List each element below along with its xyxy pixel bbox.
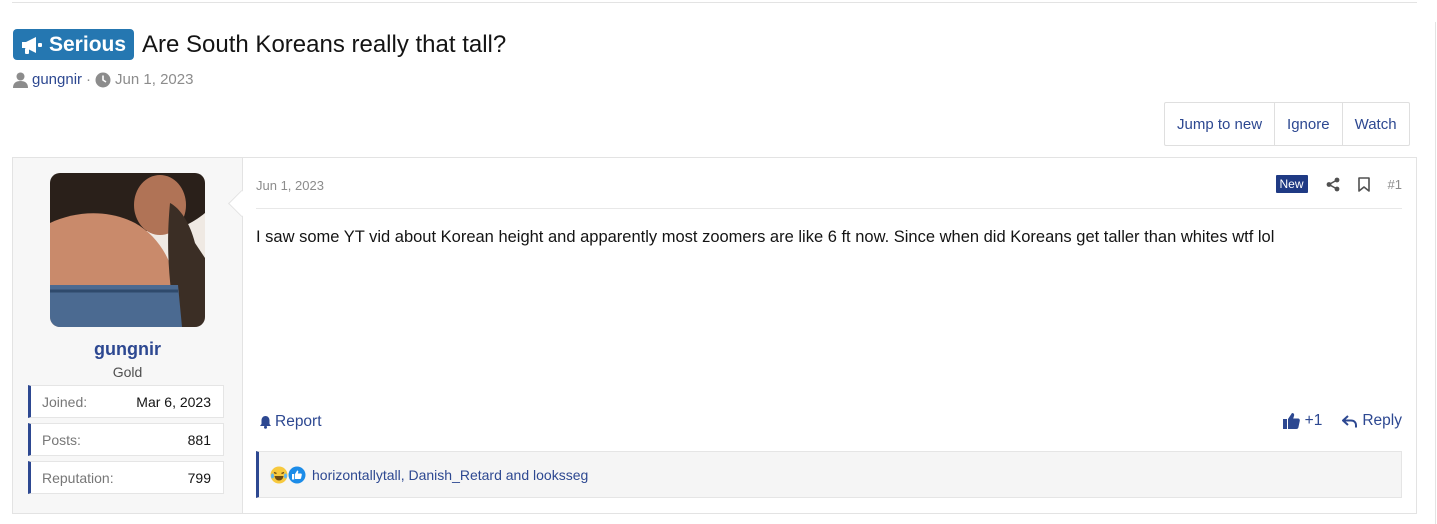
stat-value: 881 xyxy=(187,431,211,448)
post-user-panel: gungnir Gold Joined: Mar 6, 2023 Posts: … xyxy=(13,158,243,513)
watch-button[interactable]: Watch xyxy=(1341,103,1409,145)
like-button[interactable]: +1 xyxy=(1282,412,1323,430)
message-content: Jun 1, 2023 New #1 I saw some YT vid abo… xyxy=(256,158,1402,513)
post-message: gungnir Gold Joined: Mar 6, 2023 Posts: … xyxy=(12,157,1417,514)
reactions-users: horizontallytall, Danish_Retard and look… xyxy=(312,466,589,483)
report-label: Report xyxy=(275,413,322,430)
bookmark-icon[interactable] xyxy=(1357,176,1370,192)
thumbs-up-icon xyxy=(1282,413,1300,429)
report-link[interactable]: Report xyxy=(259,413,322,431)
top-divider xyxy=(12,0,1417,3)
like-label: +1 xyxy=(1304,412,1323,429)
user-stat-posts: Posts: 881 xyxy=(28,423,224,456)
thread-action-buttons: Jump to new Ignore Watch xyxy=(1164,102,1410,146)
reaction-icons xyxy=(270,466,306,484)
ignore-button[interactable]: Ignore xyxy=(1274,103,1342,145)
meta-separator: · xyxy=(86,71,92,88)
stat-label: Joined: xyxy=(42,393,88,410)
post-username[interactable]: gungnir xyxy=(13,339,242,360)
share-icon[interactable] xyxy=(1326,177,1340,192)
reply-arrow-icon xyxy=(1342,414,1358,427)
right-divider xyxy=(1435,22,1436,524)
like-reaction-icon xyxy=(288,466,306,483)
page-title: Are South Koreans really that tall? xyxy=(142,30,507,58)
thread-date-link[interactable]: Jun 1, 2023 xyxy=(115,71,193,88)
stat-label: Reputation: xyxy=(42,469,114,486)
prefix-badge[interactable]: Serious xyxy=(13,29,135,60)
post-date-link[interactable]: Jun 1, 2023 xyxy=(256,178,324,193)
reactions-bar[interactable]: horizontallytall, Danish_Retard and look… xyxy=(256,451,1402,498)
message-body: I saw some YT vid about Korean height an… xyxy=(256,228,1275,246)
user-icon xyxy=(13,72,28,88)
clock-icon xyxy=(95,72,111,87)
post-header-actions: New #1 xyxy=(1275,175,1402,193)
avatar[interactable] xyxy=(50,173,205,327)
post-number-link[interactable]: #1 xyxy=(1388,177,1402,192)
bell-icon xyxy=(260,416,271,429)
thread-header: Serious Are South Koreans really that ta… xyxy=(13,29,506,60)
post-footer-actions: +1 Reply xyxy=(1282,412,1402,430)
thread-meta: gungnir · Jun 1, 2023 xyxy=(13,71,193,88)
stat-value: 799 xyxy=(187,469,211,486)
stat-value: Mar 6, 2023 xyxy=(136,393,211,410)
reply-button[interactable]: Reply xyxy=(1342,412,1402,430)
new-badge: New xyxy=(1275,175,1308,193)
jump-to-new-button[interactable]: Jump to new xyxy=(1165,103,1274,145)
user-stat-joined: Joined: Mar 6, 2023 xyxy=(28,385,224,418)
user-stat-reputation: Reputation: 799 xyxy=(28,461,224,494)
reply-label: Reply xyxy=(1362,412,1402,429)
crying-laughing-emoji-icon xyxy=(270,466,288,483)
user-rank-title: Gold xyxy=(112,364,143,380)
prefix-label: Serious xyxy=(49,32,127,56)
message-separator xyxy=(256,208,1402,209)
thread-author-link[interactable]: gungnir xyxy=(32,71,82,88)
megaphone-icon xyxy=(22,36,42,54)
avatar-image xyxy=(50,173,205,327)
stat-label: Posts: xyxy=(42,431,81,448)
